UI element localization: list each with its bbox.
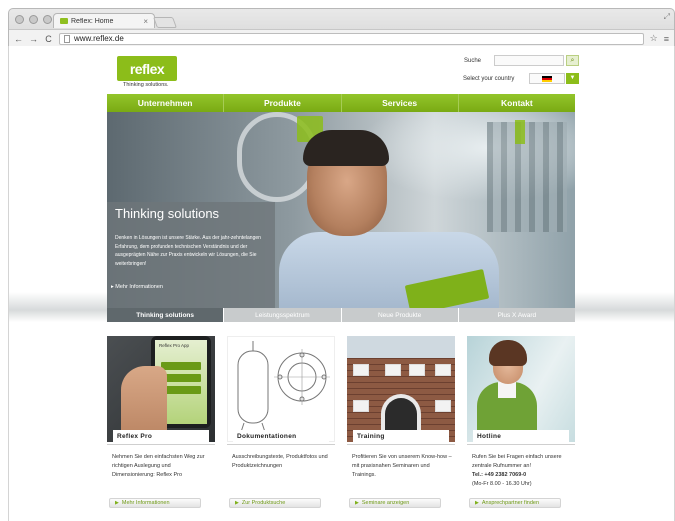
button-label: Mehr Informationen [121, 500, 170, 506]
url-text: www.reflex.de [74, 34, 124, 43]
more-info-button[interactable]: ▶ Mehr Informationen [109, 498, 201, 508]
hero-more-link[interactable]: ▸ Mehr Informationen [111, 284, 163, 290]
reload-button[interactable]: C [44, 34, 53, 44]
fullscreen-icon[interactable]: ⤢ [664, 12, 670, 22]
phone-image: Reflex Pro App [107, 336, 215, 442]
menu-icon[interactable]: ≡ [664, 34, 669, 44]
technical-drawing-image [227, 336, 335, 442]
building-image [347, 336, 455, 442]
vessel-drawing-icon [237, 341, 330, 436]
window-controls [15, 15, 52, 24]
country-label: Select your country [463, 76, 515, 82]
man-hair [303, 130, 389, 166]
card-description: Profitieren Sie von unserem Know-how – m… [352, 454, 452, 478]
search-input[interactable] [494, 55, 564, 66]
main-navigation: Unternehmen Produkte Services Kontakt [107, 94, 575, 112]
arrow-right-icon: ▶ [115, 500, 119, 506]
card-description: Ausschreibungstexte, Produktfotos und Pr… [232, 454, 328, 469]
card-description: Nehmen Sie den einfachsten Weg zur richt… [112, 454, 205, 478]
chevron-down-icon[interactable]: ▼ [566, 73, 579, 84]
minimize-window-button[interactable] [29, 15, 38, 24]
tab-close-icon[interactable]: × [143, 17, 148, 26]
hotline-agent-image [467, 336, 575, 442]
nav-item-produkte[interactable]: Produkte [224, 94, 342, 112]
logo-text: reflex [129, 60, 165, 77]
hero-banner: Thinking solutions Denken in Lösungen is… [107, 112, 575, 308]
card-hotline: Hotline Rufen Sie bei Fragen einfach uns… [467, 336, 575, 518]
button-label: Seminare anzeigen [361, 500, 410, 506]
button-label: Zur Produktsuche [241, 500, 286, 506]
new-tab-button[interactable] [152, 17, 178, 28]
product-search-button[interactable]: ▶ Zur Produktsuche [229, 498, 321, 508]
nav-item-services[interactable]: Services [341, 94, 459, 112]
zoom-window-button[interactable] [43, 15, 52, 24]
arrow-right-icon: ▶ [475, 500, 479, 506]
search-icon[interactable]: ⌕ [566, 55, 579, 66]
card-title: Training [353, 430, 449, 444]
tab-plus-x-award[interactable]: Plus X Award [458, 308, 575, 322]
forward-button[interactable]: → [29, 34, 38, 44]
arrow-right-icon: ▶ [355, 500, 359, 506]
german-flag-icon [542, 75, 552, 82]
card-training: Training Profitieren Sie von unserem Kno… [347, 336, 455, 518]
tab-thinking-solutions[interactable]: Thinking solutions [107, 308, 225, 322]
country-select[interactable] [529, 73, 565, 84]
button-label: Ansprechpartner finden [481, 500, 540, 506]
seminars-button[interactable]: ▶ Seminare anzeigen [349, 498, 441, 508]
phone-app-label: Reflex Pro App [159, 343, 190, 348]
tab-title: Reflex: Home [71, 17, 114, 25]
close-window-button[interactable] [15, 15, 24, 24]
page-icon [64, 34, 70, 43]
tab-leistungsspektrum[interactable]: Leistungsspektrum [224, 308, 342, 322]
card-dokumentationen: Dokumentationen Ausschreibungstexte, Pro… [227, 336, 335, 518]
back-button[interactable]: ← [14, 34, 23, 44]
contact-finder-button[interactable]: ▶ Ansprechpartner finden [469, 498, 561, 508]
card-title: Hotline [473, 430, 569, 444]
favicon-icon [60, 18, 68, 24]
logo-tagline: Thinking solutions. [123, 82, 169, 88]
web-page: reflex Thinking solutions. Suche ⌕ Selec… [8, 46, 675, 521]
hotline-hours: (Mo-Fr 8.00 - 16.30 Uhr) [472, 481, 532, 487]
hero-text-box: Thinking solutions Denken in Lösungen is… [107, 202, 275, 308]
card-description: Rufen Sie bei Fragen einfach unsere zent… [472, 453, 572, 489]
arrow-right-icon: ▶ [235, 500, 239, 506]
reflex-logo[interactable]: reflex [117, 56, 177, 81]
hero-text: Denken in Lösungen ist unsere Stärke. Au… [115, 235, 261, 267]
hotline-text: Rufen Sie bei Fragen einfach unsere zent… [472, 454, 562, 469]
background-shelves [487, 122, 567, 232]
tab-neue-produkte[interactable]: Neue Produkte [341, 308, 459, 322]
feature-cards: Reflex Pro App Reflex Pro Nehmen Sie den… [107, 336, 575, 518]
browser-chrome: Reflex: Home × ⤢ ← → C www.reflex.de ☆ ≡ [8, 8, 675, 47]
browser-tab[interactable]: Reflex: Home × [53, 13, 155, 28]
card-title: Reflex Pro [113, 430, 209, 444]
address-bar[interactable]: www.reflex.de [59, 32, 644, 45]
nav-item-kontakt[interactable]: Kontakt [458, 94, 575, 112]
search-label: Suche [464, 58, 482, 64]
bookmark-star-icon[interactable]: ☆ [650, 33, 658, 44]
nav-item-unternehmen[interactable]: Unternehmen [107, 94, 225, 112]
hero-more-label: Mehr Informationen [115, 284, 163, 290]
card-title: Dokumentationen [233, 430, 329, 444]
browser-toolbar: ← → C www.reflex.de ☆ ≡ [9, 29, 674, 47]
card-reflex-pro: Reflex Pro App Reflex Pro Nehmen Sie den… [107, 336, 215, 518]
hero-tabs: Thinking solutions Leistungsspektrum Neu… [107, 308, 575, 322]
hotline-phone: Tel.: +49 2382 7069-0 [472, 472, 527, 478]
hero-title: Thinking solutions [115, 206, 220, 221]
